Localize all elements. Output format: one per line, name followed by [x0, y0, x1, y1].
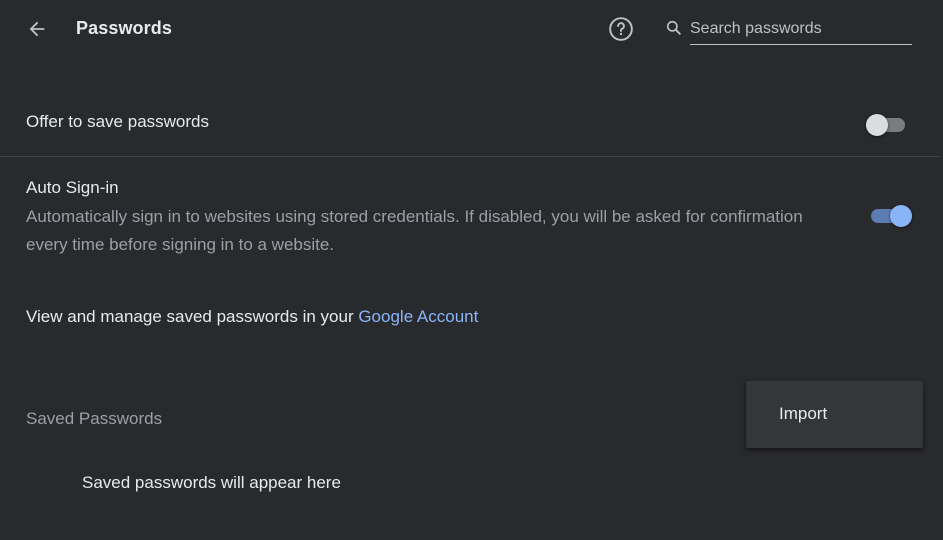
import-menu-item[interactable]: Import: [746, 393, 923, 435]
manage-passwords-text: View and manage saved passwords in your …: [26, 307, 478, 327]
import-menu-item-label: Import: [779, 404, 828, 423]
toggle-knob: [866, 114, 888, 136]
back-button[interactable]: [22, 14, 52, 44]
saved-passwords-empty-message: Saved passwords will appear here: [82, 473, 341, 492]
google-account-link[interactable]: Google Account: [358, 307, 478, 326]
page-header: Passwords: [0, 0, 943, 58]
toggle-knob: [890, 205, 912, 227]
saved-passwords-heading: Saved Passwords: [26, 409, 163, 428]
actions-menu: Import: [746, 381, 923, 448]
offer-to-save-label: Offer to save passwords: [26, 112, 209, 131]
auto-signin-description: Automatically sign in to websites using …: [26, 207, 803, 254]
auto-signin-toggle[interactable]: [868, 203, 912, 227]
help-circle-icon: [609, 17, 633, 41]
auto-signin-row: Auto Sign-in Automatically sign in to we…: [0, 158, 940, 268]
search-box: [664, 14, 913, 46]
arrow-left-icon: [29, 21, 45, 37]
manage-passwords-prefix: View and manage saved passwords in your: [26, 307, 359, 326]
passwords-settings-page: Passwords Offer to save passwords Auto S…: [0, 0, 943, 540]
offer-to-save-toggle[interactable]: [866, 112, 910, 136]
page-title: Passwords: [76, 18, 172, 38]
offer-to-save-row: Offer to save passwords: [0, 90, 940, 157]
search-icon: [666, 20, 681, 35]
search-input[interactable]: [690, 14, 912, 45]
help-button[interactable]: [607, 15, 635, 43]
auto-signin-label: Auto Sign-in: [26, 178, 119, 197]
